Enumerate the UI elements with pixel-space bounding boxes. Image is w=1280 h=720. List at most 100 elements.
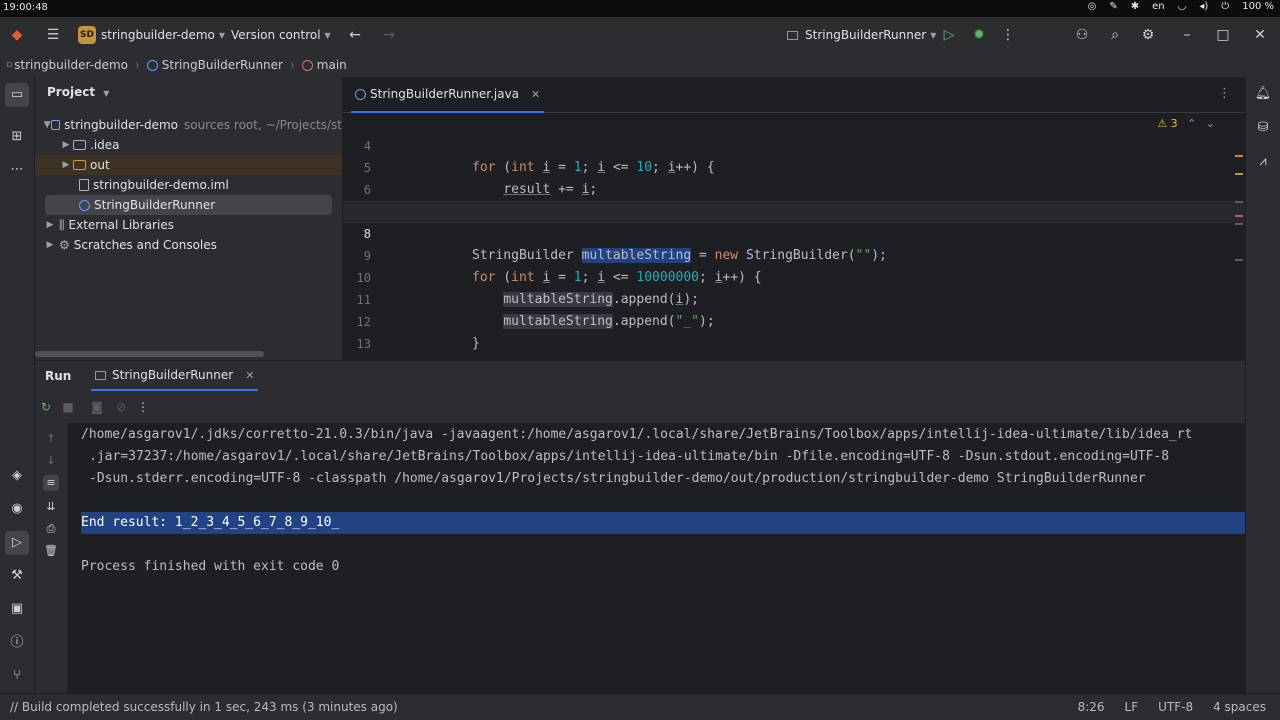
bluetooth-icon[interactable]: ✱ bbox=[1131, 1, 1139, 12]
arrow-down-icon[interactable]: ↓ bbox=[43, 453, 59, 469]
run-tab-stringbuilderrunner[interactable]: StringBuilderRunner ✕ bbox=[91, 361, 259, 391]
chrome-icon[interactable]: ◎ bbox=[1088, 1, 1097, 12]
console-line: -Dsun.stderr.encoding=UTF-8 -classpath /… bbox=[89, 471, 1146, 486]
tree-item-external-libraries[interactable]: ▶ ⫼ External Libraries bbox=[35, 215, 342, 235]
tree-item-out[interactable]: ▶ out bbox=[35, 155, 342, 175]
breadcrumb-separator: › bbox=[134, 58, 140, 72]
caret-position[interactable]: 8:26 bbox=[1078, 700, 1105, 714]
problems-icon[interactable]: ⓘ bbox=[8, 634, 26, 652]
class-icon bbox=[355, 88, 366, 100]
tab-stringbuilderrunner[interactable]: StringBuilderRunner.java ✕ bbox=[351, 77, 545, 113]
rerun-icon[interactable]: ↻ bbox=[38, 399, 54, 415]
intellij-logo-icon[interactable]: ◆ bbox=[8, 26, 26, 44]
code-line: 10 multableString.append(i); bbox=[343, 245, 1245, 307]
tree-item-label: stringbuilder-demo.iml bbox=[93, 178, 229, 192]
volume-icon[interactable]: ◂) bbox=[1199, 1, 1208, 12]
console-line: Process finished with exit code 0 bbox=[81, 559, 340, 574]
chevron-down-icon[interactable]: ▼ bbox=[43, 120, 51, 130]
wifi-icon[interactable]: ◡ bbox=[1178, 1, 1187, 12]
soft-wrap-icon[interactable]: ≡ bbox=[43, 475, 59, 491]
console-line: /home/asgarov1/.jdks/corretto-21.0.3/bin… bbox=[81, 427, 1193, 442]
tree-item-scratches[interactable]: ▶ ⚙ Scratches and Consoles bbox=[35, 235, 342, 255]
database-icon[interactable]: ⛁ bbox=[1254, 119, 1272, 137]
main-menu-icon[interactable]: ☰ bbox=[44, 26, 62, 44]
close-tab-icon[interactable]: ✕ bbox=[531, 88, 540, 101]
run-icon[interactable]: ▷ bbox=[940, 26, 958, 44]
project-folder-icon[interactable]: ▭ bbox=[5, 83, 29, 107]
close-window-icon[interactable]: ✕ bbox=[1251, 26, 1269, 44]
search-icon[interactable]: ⌕ bbox=[1106, 26, 1124, 44]
tab-options-icon[interactable]: ⋮ bbox=[1218, 86, 1231, 101]
status-message[interactable]: // Build completed successfully in 1 sec… bbox=[10, 700, 398, 714]
debug-icon[interactable]: ✹ bbox=[970, 26, 988, 44]
breadcrumb-method[interactable]: main bbox=[317, 58, 347, 72]
breadcrumb-class[interactable]: StringBuilderRunner bbox=[162, 58, 283, 72]
file-encoding[interactable]: UTF-8 bbox=[1158, 700, 1193, 714]
breadcrumb-project[interactable]: stringbuilder-demo bbox=[14, 58, 128, 72]
build-hammer-icon[interactable]: ⚒ bbox=[8, 567, 26, 585]
more-actions-icon[interactable]: ⋮ bbox=[999, 26, 1017, 44]
run-tool-icon[interactable]: ▷ bbox=[5, 531, 29, 555]
more-tools-icon[interactable]: ⋯ bbox=[8, 161, 26, 179]
right-tool-strip: 🔔︎ ⛁ ⩘ bbox=[1245, 77, 1280, 693]
structure-icon[interactable]: ⊞ bbox=[8, 128, 26, 146]
main-toolbar: ◆ ☰ SD stringbuilder-demo ▼ Version cont… bbox=[0, 17, 1280, 53]
chevron-right-icon[interactable]: ▶ bbox=[43, 220, 57, 230]
terminal-icon[interactable]: ▣ bbox=[8, 600, 26, 618]
back-icon[interactable]: ← bbox=[346, 26, 364, 44]
profiler-icon[interactable]: ⩘ bbox=[1254, 153, 1272, 171]
stop-icon[interactable]: ■ bbox=[60, 399, 76, 415]
line-separator[interactable]: LF bbox=[1125, 700, 1139, 714]
vcs-label: Version control bbox=[231, 28, 321, 42]
maximize-icon[interactable]: □ bbox=[1214, 26, 1232, 44]
forward-icon[interactable]: → bbox=[380, 26, 398, 44]
services-icon[interactable]: ◉ bbox=[8, 500, 26, 518]
editor-error-stripe[interactable] bbox=[1235, 155, 1243, 265]
arrow-up-icon[interactable]: ↑ bbox=[43, 431, 59, 447]
chevron-down-icon: ▼ bbox=[930, 30, 937, 40]
os-top-bar: 19:00:48 ◎ ✎ ✱ en ◡ ◂) ⏻ 100 % bbox=[0, 0, 1280, 17]
code-editor[interactable]: StringBuilderRunner.java ✕ ⋮ ⚠ 3 ⌃ ⌄ 4 f… bbox=[343, 77, 1245, 360]
file-icon bbox=[79, 179, 89, 191]
print-icon[interactable]: ⎙ bbox=[43, 521, 59, 537]
app-indicator-icon[interactable]: ✎ bbox=[1109, 1, 1117, 12]
run-config-icon bbox=[95, 370, 106, 380]
chevron-right-icon[interactable]: ▶ bbox=[59, 160, 73, 170]
git-icon[interactable]: ⑂ bbox=[8, 667, 26, 685]
console-line: .jar=37237:/home/asgarov1/.local/share/J… bbox=[89, 449, 1170, 464]
horizontal-scrollbar[interactable] bbox=[35, 351, 264, 357]
close-tab-icon[interactable]: ✕ bbox=[245, 369, 254, 382]
notifications-bell-icon[interactable]: 🔔︎ bbox=[1254, 85, 1272, 103]
camera-icon[interactable]: ◙ bbox=[89, 399, 105, 415]
code-line: 7 bbox=[343, 179, 1245, 219]
restore-layout-icon[interactable]: ⊘ bbox=[113, 399, 129, 415]
os-clock: 19:00:48 bbox=[3, 2, 48, 13]
minimize-icon[interactable]: – bbox=[1178, 26, 1196, 44]
layers-icon[interactable]: ◈ bbox=[8, 467, 26, 485]
run-config-selector[interactable]: StringBuilderRunner ▼ bbox=[787, 17, 936, 53]
class-icon bbox=[79, 199, 90, 211]
tab-label: StringBuilderRunner.java bbox=[370, 87, 520, 101]
tree-root-hint: sources root, ~/Projects/st bbox=[183, 118, 342, 132]
battery-indicator[interactable]: 100 % bbox=[1242, 1, 1274, 12]
tree-item-iml[interactable]: stringbuilder-demo.iml bbox=[35, 175, 342, 195]
tree-root[interactable]: ▼ stringbuilder-demo sources root, ~/Pro… bbox=[35, 115, 342, 135]
chevron-right-icon[interactable]: ▶ bbox=[59, 140, 73, 150]
indent-setting[interactable]: 4 spaces bbox=[1213, 700, 1266, 714]
console-output[interactable]: /home/asgarov1/.jdks/corretto-21.0.3/bin… bbox=[67, 423, 1245, 693]
trash-icon[interactable]: 🗑︎ bbox=[43, 543, 59, 559]
project-switcher[interactable]: SD stringbuilder-demo ▼ bbox=[78, 17, 225, 53]
editor-tabs: StringBuilderRunner.java ✕ ⋮ bbox=[343, 77, 1245, 113]
version-control-menu[interactable]: Version control ▼ bbox=[231, 17, 331, 53]
project-panel: Project ▼ ▼ stringbuilder-demo sources r… bbox=[35, 77, 342, 360]
project-panel-header[interactable]: Project ▼ bbox=[47, 85, 109, 99]
add-user-icon[interactable]: ⚇ bbox=[1073, 26, 1091, 44]
power-icon[interactable]: ⏻ bbox=[1221, 1, 1229, 12]
tree-item-stringbuilderrunner[interactable]: StringBuilderRunner bbox=[45, 195, 332, 215]
scroll-to-end-icon[interactable]: ⇊ bbox=[43, 499, 59, 515]
chevron-right-icon[interactable]: ▶ bbox=[43, 240, 57, 250]
more-options-icon[interactable]: ⋮ bbox=[135, 399, 151, 415]
tree-item-idea[interactable]: ▶ .idea bbox=[35, 135, 342, 155]
settings-gear-icon[interactable]: ⚙ bbox=[1139, 26, 1157, 44]
keyboard-language[interactable]: en bbox=[1152, 1, 1165, 12]
